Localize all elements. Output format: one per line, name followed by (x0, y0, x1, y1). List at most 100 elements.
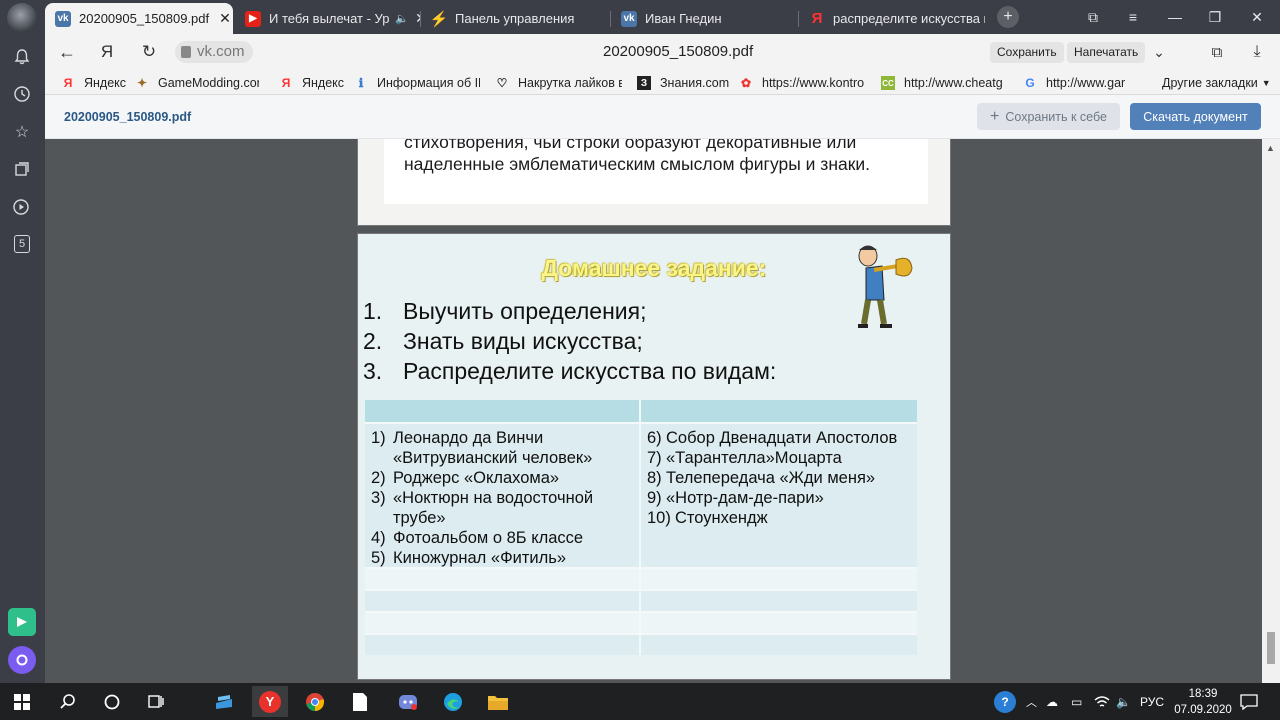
bookmark-item[interactable]: Я Яндекс (279, 74, 349, 92)
back-icon[interactable]: ← (53, 38, 81, 66)
tabs-menu-icon[interactable]: ⧉ (1073, 0, 1113, 34)
language-indicator[interactable]: РУС (1140, 683, 1164, 720)
save-to-me-button[interactable]: + Сохранить к себе (977, 103, 1120, 130)
profile-avatar[interactable] (7, 3, 37, 33)
bookmark-item[interactable]: ✿ https://www.kontro (739, 74, 867, 92)
bookmark-item[interactable]: Ghttp://www.gar (1023, 74, 1128, 92)
battery-icon[interactable]: ▭ (1071, 683, 1082, 720)
item-text: Киножурнал «Фитиль» (393, 549, 567, 567)
chevron-down-icon[interactable]: ⌄ (1145, 38, 1173, 66)
document-viewport[interactable]: стихотворения, чьи строки образуют декор… (45, 139, 1262, 683)
menu-icon[interactable]: ≡ (1113, 0, 1153, 34)
chrome-icon[interactable] (297, 686, 333, 717)
collections-icon[interactable] (8, 155, 36, 183)
item-text: Леонардо да Винчи «Витрувианский человек… (393, 429, 593, 467)
arts-table: 1) Леонардо да Винчи «Витрувианский челов… (365, 400, 917, 655)
file-explorer-icon[interactable] (480, 686, 516, 717)
table-header-row (365, 400, 917, 422)
scrollbar[interactable]: ▲ (1262, 139, 1280, 683)
url-field[interactable]: vk.com (175, 41, 253, 63)
item-number: 9) (647, 489, 662, 507)
app-store-icon[interactable] (206, 686, 242, 717)
item-number: 7) (647, 449, 662, 467)
list-item: 2) Роджерс «Оклахома» (371, 468, 633, 488)
print-button[interactable]: Напечатать (1067, 42, 1146, 63)
speaker-icon[interactable]: 🔈 (395, 12, 409, 25)
task-view-icon[interactable] (138, 686, 174, 717)
page-title: 20200905_150809.pdf (603, 43, 754, 60)
cortana-icon[interactable] (94, 686, 130, 717)
tab-pdf[interactable]: vk 20200905_150809.pdf ✕ (45, 3, 233, 34)
close-icon[interactable]: ✕ (219, 10, 231, 27)
tab-title: распределите искусства п (833, 11, 985, 26)
extensions-icon[interactable]: ⧉ (1203, 38, 1231, 66)
app-launcher-icon[interactable] (8, 608, 36, 636)
tab-yandex-search[interactable]: Я распределите искусства п (799, 3, 985, 34)
yandex-browser-icon[interactable]: Y (252, 686, 288, 717)
badge-icon[interactable]: 5 (8, 230, 36, 258)
document-file-name[interactable]: 20200905_150809.pdf (64, 110, 191, 124)
other-bookmarks-label: Другие закладки (1162, 76, 1258, 90)
item-number: 6) (647, 429, 662, 447)
bookmark-item[interactable]: ℹ Информация об IP (354, 74, 480, 92)
tab-control-panel[interactable]: ⚡ Панель управления (421, 3, 611, 34)
bookmarks-bar: Я Яндекс ✦ GameModding.com Я Яндекс ℹ Информ… (45, 70, 1280, 95)
znania-icon: З (637, 76, 651, 90)
bookmark-item[interactable]: ✦ GameModding.com (135, 74, 259, 92)
bookmark-label: http://www.cheatg (904, 76, 1003, 90)
table-row: 1) Леонардо да Винчи «Витрувианский челов… (365, 422, 917, 567)
media-play-icon[interactable] (8, 193, 36, 221)
chevron-up-icon[interactable]: ︿ (1026, 683, 1037, 720)
bookmark-item[interactable]: З Знания.com (637, 74, 737, 92)
cloud-icon[interactable]: ☁ (1046, 683, 1058, 720)
download-document-button[interactable]: Скачать документ (1130, 103, 1261, 130)
bookmark-item[interactable]: Я Яндекс (61, 74, 131, 92)
item-number: 1) (371, 429, 386, 447)
bookmark-item[interactable]: CC http://www.cheatg (881, 74, 1009, 92)
notifications-icon[interactable] (1240, 683, 1258, 720)
tab-title: Панель управления (455, 11, 575, 26)
item-text: «Тарантелла»Моцарта (666, 449, 842, 467)
history-icon[interactable] (8, 80, 36, 108)
search-icon[interactable] (50, 686, 86, 717)
edge-icon[interactable] (435, 686, 471, 717)
new-tab-button[interactable]: + (988, 0, 1028, 34)
document-file-icon[interactable] (342, 686, 378, 717)
info-icon: ℹ (358, 76, 364, 90)
bookmark-label: Знания.com (660, 76, 730, 90)
scroll-up-icon[interactable]: ▲ (1266, 143, 1275, 153)
volume-icon[interactable]: 🔈 (1116, 683, 1131, 720)
item-text: «Ноктюрн на водосточной трубе» (393, 489, 594, 527)
help-icon[interactable]: ? (994, 683, 1016, 720)
windows-start-icon[interactable] (4, 686, 40, 717)
yandex-home-icon[interactable]: Я (93, 38, 121, 66)
download-icon[interactable]: ⤓ (1243, 38, 1271, 66)
restore-icon[interactable]: ❐ (1195, 0, 1235, 34)
page-text: стихотворения, чьи строки образуют декор… (404, 139, 871, 174)
item-text: Телепередача «Жди меня» (666, 469, 876, 487)
plus-icon: + (990, 107, 1000, 125)
tab-youtube[interactable]: ▶ И тебя вылечат - Ур 🔈 ✕ (235, 3, 421, 34)
star-icon[interactable]: ☆ (8, 118, 36, 146)
bookmark-item[interactable]: ♡ Накрутка лайков в (495, 74, 622, 92)
discord-icon[interactable] (390, 686, 426, 717)
table-row (365, 611, 917, 633)
minimize-icon[interactable]: — (1155, 0, 1195, 34)
task-number: 2. (363, 328, 383, 354)
clock[interactable]: 18:39 07.09.2020 (1168, 686, 1238, 718)
tab-vk-profile[interactable]: vk Иван Гнедин (611, 3, 799, 34)
reload-icon[interactable]: ↻ (135, 38, 163, 66)
other-bookmarks[interactable]: Другие закладки ▼ (1162, 74, 1272, 92)
wifi-icon[interactable] (1094, 683, 1110, 720)
list-item: 5) Киножурнал «Фитиль» (371, 548, 633, 568)
bell-icon[interactable] (8, 43, 36, 71)
save-button[interactable]: Сохранить (990, 42, 1064, 63)
scrollbar-thumb[interactable] (1267, 632, 1275, 664)
alice-assistant-icon[interactable] (8, 646, 36, 674)
window-close-icon[interactable]: ✕ (1237, 0, 1277, 34)
heart-icon: ♡ (496, 76, 508, 90)
trumpet-player-illustration (858, 245, 913, 328)
bookmark-label: Накрутка лайков в (518, 76, 622, 90)
badge-count: 5 (14, 235, 30, 253)
list-item: 10) Стоунхендж (647, 508, 911, 528)
